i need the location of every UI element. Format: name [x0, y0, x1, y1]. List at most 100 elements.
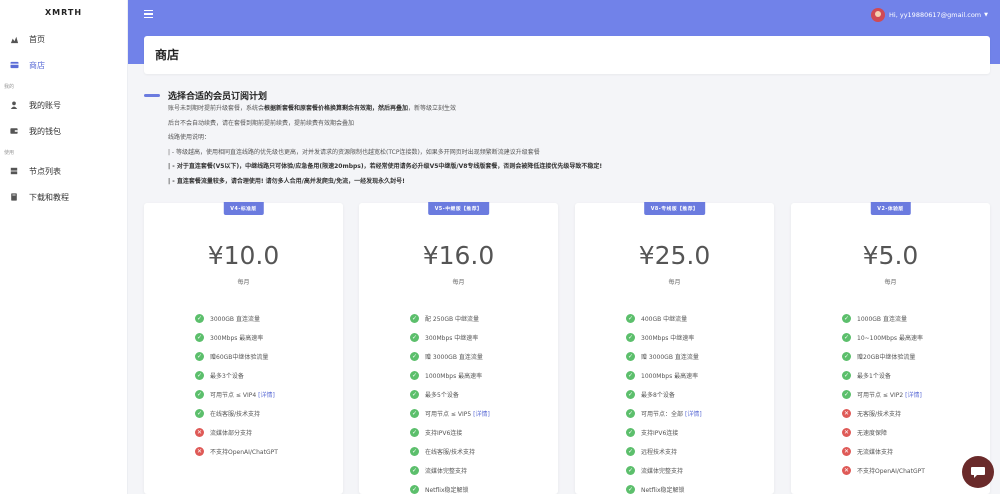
feature-text: 赠 3000GB 直连流量	[641, 354, 699, 361]
feature-text: 配 250GB 中继流量	[425, 316, 480, 323]
details-link[interactable]: [详情]	[685, 409, 702, 418]
sidebar-item-label: 节点列表	[29, 166, 61, 176]
plan-badge: V8-专线版【推荐】	[643, 202, 706, 215]
x-circle-icon: ✕	[842, 447, 851, 456]
info-heading: 选择合适的会员订阅计划	[168, 91, 268, 102]
check-circle-icon: ✓	[410, 390, 419, 399]
feature-text: 1000Mbps 最高速率	[641, 373, 699, 380]
feature-text: 最多5个设备	[425, 392, 459, 399]
feature-item: ✓ 1000Mbps 最高速率	[626, 366, 702, 385]
details-link[interactable]: [详情]	[473, 409, 490, 418]
feature-item: ✕ 不支持OpenAI/ChatGPT	[195, 442, 278, 461]
check-circle-icon: ✓	[410, 333, 419, 342]
feature-text: 无客服/技术支持	[857, 411, 902, 418]
feature-text: 不支持OpenAI/ChatGPT	[210, 449, 278, 456]
plan-card-v5[interactable]: V5-中继版【推荐】 ¥16.0 每月 ✓ 配 250GB 中继流量 ✓ 300Mbp…	[359, 202, 558, 494]
check-circle-icon: ✓	[626, 447, 635, 456]
plan-period: 每月	[237, 279, 250, 286]
info-line: 线路使用说明：	[168, 134, 211, 141]
sidebar-item-nodes[interactable]: 节点列表	[0, 158, 127, 184]
user-email: Hi, yy19880617@gmail.com	[889, 11, 982, 19]
feature-text: 支持IPV6连接	[641, 430, 679, 437]
plan-card-v4[interactable]: V4-标准版 ¥10.0 每月 ✓ 3000GB 直连流量 ✓ 300Mbps 最高速…	[144, 202, 343, 494]
info-heading-row: 选择合适的会员订阅计划	[144, 88, 990, 102]
feature-text: 最多8个设备	[641, 392, 675, 399]
x-circle-icon: ✕	[195, 447, 204, 456]
sidebar-item-account[interactable]: 我的账号	[0, 92, 127, 118]
feature-item: ✓ 1000GB 直连流量	[842, 309, 925, 328]
feature-item: ✓ 最多1个设备	[842, 366, 925, 385]
details-link[interactable]: [详情]	[905, 390, 922, 399]
feature-list: ✓ 3000GB 直连流量 ✓ 300Mbps 最高速率 ✓ 赠60GB中继体验流量 ✓ 最多…	[195, 309, 278, 461]
feature-text: Netflix稳定解锁	[641, 487, 685, 494]
plan-period: 每月	[668, 279, 681, 286]
feature-item: ✓ 可用节点 ≤ VIP5 [详情]	[410, 404, 490, 423]
feature-text: 400GB 中继流量	[641, 316, 688, 323]
feature-text: 赠20GB中继体验流量	[857, 354, 916, 361]
plan-badge: V4-标准版	[223, 202, 264, 215]
brand-logo[interactable]: XMRTH	[0, 0, 127, 26]
feature-list: ✓ 400GB 中继流量 ✓ 300Mbps 中继速率 ✓ 赠 3000GB 直连流量 ✓ 1…	[626, 309, 702, 494]
sidebar-section-use: 使用	[4, 150, 15, 156]
sidebar-item-shop[interactable]: 商店	[0, 52, 127, 78]
plan-price: ¥25.0	[638, 241, 711, 270]
sidebar-item-home[interactable]: 首页	[0, 26, 127, 52]
details-link[interactable]: [详情]	[258, 390, 275, 399]
feature-text: 流媒体部分支持	[210, 430, 253, 437]
feature-item: ✓ 3000GB 直连流量	[195, 309, 278, 328]
feature-item: ✓ 最多5个设备	[410, 385, 490, 404]
chat-button[interactable]	[962, 456, 994, 488]
sidebar-item-wallet[interactable]: 我的钱包	[0, 118, 127, 144]
check-circle-icon: ✓	[195, 371, 204, 380]
feature-item: ✓ 赠 3000GB 直连流量	[626, 347, 702, 366]
feature-item: ✓ 400GB 中继流量	[626, 309, 702, 328]
page-title: 商店	[155, 48, 180, 62]
sidebar-item-downloads[interactable]: 下载和教程	[0, 184, 127, 210]
chat-icon	[971, 467, 985, 478]
plan-card-v8[interactable]: V8-专线版【推荐】 ¥25.0 每月 ✓ 400GB 中继流量 ✓ 300Mbps …	[575, 202, 774, 494]
feature-item: ✓ 流媒体完整支持	[626, 461, 702, 480]
feature-item: ✓ 可用节点：全部 [详情]	[626, 404, 702, 423]
feature-text: 可用节点 ≤ VIP5	[425, 411, 472, 418]
plan-price: ¥10.0	[207, 241, 280, 270]
sidebar-item-label: 商店	[29, 60, 45, 70]
feature-text: 赠 3000GB 直连流量	[425, 354, 483, 361]
x-circle-icon: ✕	[842, 409, 851, 418]
wallet-icon	[9, 126, 19, 136]
check-circle-icon: ✓	[842, 314, 851, 323]
feature-text: 最多3个设备	[210, 373, 244, 380]
info-text: ，新等级立刻生效	[408, 105, 457, 112]
feature-text: 远程技术支持	[641, 449, 678, 456]
check-circle-icon: ✓	[626, 333, 635, 342]
page-title-card: 商店	[144, 36, 990, 74]
feature-item: ✓ 300Mbps 中继速率	[626, 328, 702, 347]
check-circle-icon: ✓	[195, 409, 204, 418]
feature-text: 支持IPV6连接	[425, 430, 463, 437]
feature-text: 300Mbps 最高速率	[210, 335, 264, 342]
feature-item: ✓ 300Mbps 中继速率	[410, 328, 490, 347]
feature-item: ✓ Netflix稳定解锁	[626, 480, 702, 494]
feature-item: ✓ 10~100Mbps 最高速率	[842, 328, 925, 347]
sidebar-item-label: 我的账号	[29, 100, 61, 110]
feature-text: 不支持OpenAI/ChatGPT	[857, 468, 925, 475]
feature-list: ✓ 1000GB 直连流量 ✓ 10~100Mbps 最高速率 ✓ 赠20GB中继体验流量…	[842, 309, 925, 480]
check-circle-icon: ✓	[626, 428, 635, 437]
check-circle-icon: ✓	[626, 466, 635, 475]
menu-toggle-icon[interactable]	[144, 10, 153, 19]
sidebar-section-mine: 我的	[4, 84, 15, 90]
feature-item: ✓ 在线客服/技术支持	[410, 442, 490, 461]
check-circle-icon: ✓	[195, 352, 204, 361]
check-circle-icon: ✓	[410, 314, 419, 323]
feature-item: ✓ 最多3个设备	[195, 366, 278, 385]
feature-text: 流媒体完整支持	[425, 468, 468, 475]
user-menu[interactable]: Hi, yy19880617@gmail.com ▼	[871, 8, 988, 22]
chevron-down-icon: ▼	[984, 12, 988, 18]
feature-text: 在线客服/技术支持	[210, 411, 261, 418]
plan-card-v2[interactable]: V2-体验版 ¥5.0 每月 ✓ 1000GB 直连流量 ✓ 10~100Mbps 最…	[791, 202, 990, 494]
check-circle-icon: ✓	[195, 333, 204, 342]
feature-text: 1000Mbps 最高速率	[425, 373, 483, 380]
feature-item: ✓ 远程技术支持	[626, 442, 702, 461]
feature-item: ✕ 流媒体部分支持	[195, 423, 278, 442]
check-circle-icon: ✓	[410, 409, 419, 418]
plan-period: 每月	[452, 279, 465, 286]
